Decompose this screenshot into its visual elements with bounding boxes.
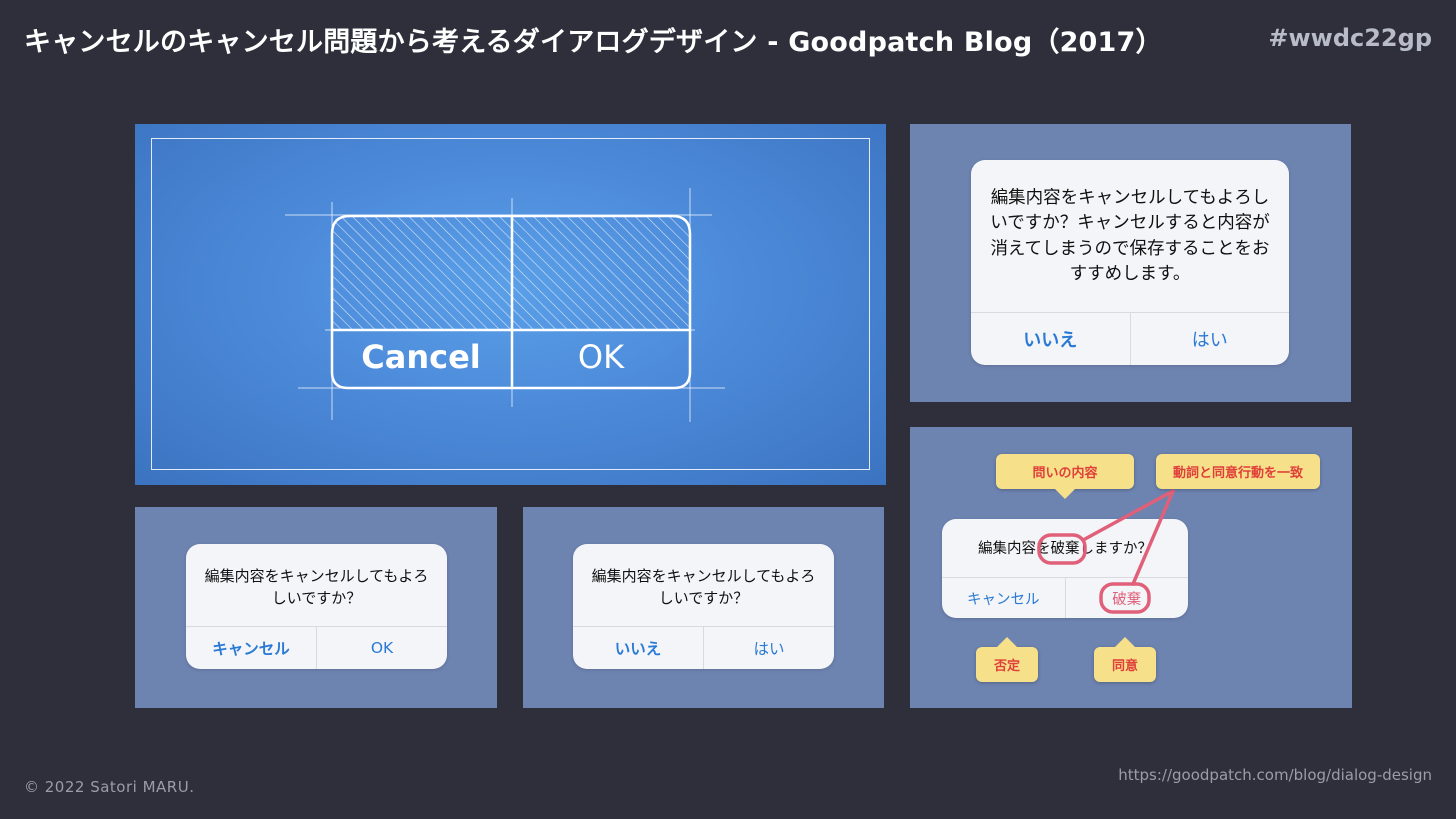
callout-negation: 否定 [976, 637, 1038, 682]
yes-button[interactable]: はい [1129, 313, 1290, 365]
connector-line-verb [1083, 489, 1175, 541]
long-message-dialog: 編集内容をキャンセルしてもよろしいですか？キャンセルすると内容が消えてしまうので… [971, 160, 1289, 365]
dialog-message: 編集内容をキャンセルしてもよろしいですか？ [591, 567, 816, 607]
dialog-button-row: キャンセル OK [186, 626, 447, 669]
cancel-ok-dialog: 編集内容をキャンセルしてもよろしいですか？ キャンセル OK [186, 544, 447, 669]
blueprint-panel: Cancel OK [135, 124, 886, 485]
blueprint-dialog-drawing [285, 188, 725, 422]
long-message-panel: 編集内容をキャンセルしてもよろしいですか？キャンセルすると内容が消えてしまうので… [910, 124, 1351, 402]
dialog-button-row: いいえ はい [971, 312, 1289, 365]
connector-line-discard [1131, 489, 1175, 586]
cancel-ok-panel: 編集内容をキャンセルしてもよろしいですか？ キャンセル OK [135, 507, 497, 708]
page-title: キャンセルのキャンセル問題から考えるダイアログデザイン - Goodpatch … [24, 27, 1163, 58]
annotated-discard-panel: 編集内容を破棄しますか？ キャンセル 破棄 問いの内容 動詞と同意行動を一致 否… [910, 427, 1352, 708]
callout-question-content-label: 問いの内容 [1032, 466, 1098, 481]
verb-highlight-ring [1037, 533, 1087, 565]
yes-button[interactable]: はい [703, 627, 834, 669]
copyright-text: © 2022 Satori MARU. [24, 778, 195, 796]
ok-button[interactable]: OK [316, 627, 447, 669]
source-url: https://goodpatch.com/blog/dialog-design [1118, 766, 1432, 784]
no-yes-dialog: 編集内容をキャンセルしてもよろしいですか？ いいえ はい [573, 544, 834, 669]
blueprint-cancel-label: Cancel [361, 338, 481, 376]
no-yes-panel: 編集内容をキャンセルしてもよろしいですか？ いいえ はい [523, 507, 884, 708]
discard-highlight-ring [1099, 582, 1151, 614]
callout-verb-match: 動詞と同意行動を一致 [1156, 454, 1320, 489]
callout-question-content: 問いの内容 [996, 454, 1134, 499]
no-button[interactable]: いいえ [971, 313, 1130, 365]
dialog-message: 編集内容をキャンセルしてもよろしいですか？ [204, 567, 429, 607]
callout-verb-match-label: 動詞と同意行動を一致 [1172, 466, 1303, 481]
callout-agreement-label: 同意 [1111, 659, 1138, 674]
no-button[interactable]: いいえ [573, 627, 703, 669]
callout-negation-label: 否定 [993, 659, 1020, 674]
dialog-button-row: いいえ はい [573, 626, 834, 669]
dialog-message: 編集内容をキャンセルしてもよろしいですか？キャンセルすると内容が消えてしまうので… [990, 188, 1270, 285]
callout-agreement: 同意 [1094, 637, 1156, 682]
hashtag: #wwdc22gp [1268, 24, 1432, 52]
blueprint-ok-label: OK [577, 338, 625, 376]
cancel-button[interactable]: キャンセル [186, 627, 316, 669]
